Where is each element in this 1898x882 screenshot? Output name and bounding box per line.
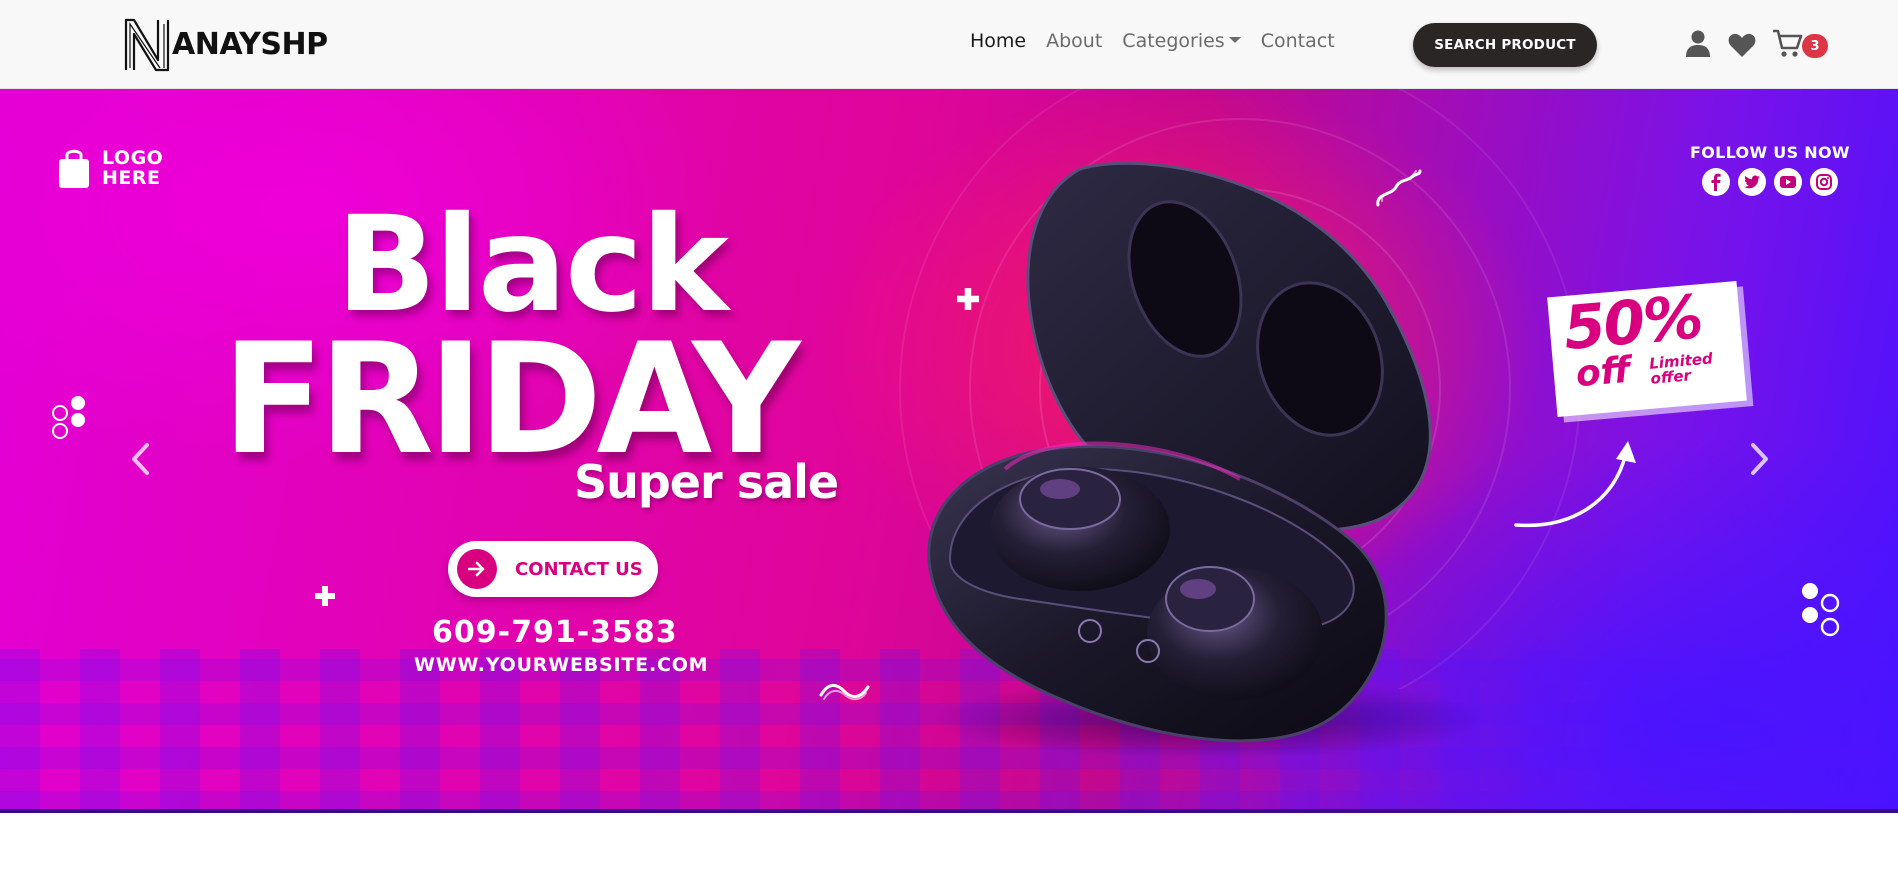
social-icons: [1690, 168, 1850, 196]
discount-badge: 50% off Limited offer: [1547, 280, 1747, 418]
dots-decoration-left: [52, 396, 85, 439]
headline-super-sale: Super sale: [574, 455, 839, 509]
brand-n-mark-icon: [124, 18, 170, 72]
nav-home[interactable]: Home: [970, 30, 1026, 52]
navbar: ANAYSHP Home About Categories Contact SE…: [0, 0, 1898, 89]
nav-contact[interactable]: Contact: [1261, 30, 1335, 52]
headline-friday: FRIDAY: [222, 311, 801, 489]
heart-icon[interactable]: [1728, 32, 1756, 58]
instagram-icon[interactable]: [1809, 168, 1838, 196]
nav-categories-label: Categories: [1122, 30, 1225, 52]
banner-logo: LOGO HERE: [58, 147, 163, 189]
caret-down-icon: [1228, 36, 1241, 43]
twitter-icon[interactable]: [1737, 168, 1766, 196]
carousel-prev-arrow-icon[interactable]: [126, 439, 156, 479]
discount-off: off: [1574, 349, 1633, 396]
website-url: WWW.YOURWEBSITE.COM: [414, 654, 709, 676]
phone-number: 609-791-3583: [432, 615, 678, 650]
contact-us-label: CONTACT US: [515, 558, 643, 580]
discount-limited-offer: Limited offer: [1648, 349, 1714, 388]
earbuds-product-image: [927, 161, 1490, 759]
search-product-button[interactable]: SEARCH PRODUCT: [1413, 23, 1597, 67]
brand-logo[interactable]: ANAYSHP: [122, 16, 328, 72]
nav-categories[interactable]: Categories: [1122, 30, 1241, 52]
youtube-icon[interactable]: [1773, 168, 1802, 196]
cart-icon: [1773, 29, 1803, 57]
follow-us: FOLLOW US NOW: [1690, 143, 1850, 196]
shopping-bag-icon: [59, 149, 89, 188]
facebook-icon[interactable]: [1701, 168, 1730, 196]
main-nav: Home About Categories Contact: [970, 30, 1335, 52]
discount-percent: 50%: [1560, 282, 1705, 365]
user-icon[interactable]: [1686, 30, 1710, 58]
nav-about[interactable]: About: [1046, 30, 1102, 52]
contact-us-button[interactable]: CONTACT US: [448, 541, 658, 597]
curved-arrow-icon: [1514, 441, 1636, 528]
follow-us-title: FOLLOW US NOW: [1690, 143, 1850, 162]
brand-name: ANAYSHP: [172, 26, 328, 62]
logo-placeholder-text: LOGO HERE: [102, 147, 164, 189]
dots-decoration-right: [1802, 583, 1840, 637]
cart-button[interactable]: 3: [1772, 28, 1832, 60]
arrow-right-icon: [457, 549, 497, 589]
plus-decoration-icon: [315, 586, 335, 606]
carousel-next-arrow-icon[interactable]: [1744, 439, 1774, 479]
hero-banner: LOGO HERE FOLLOW US NOW Black FRIDAY Sup…: [0, 89, 1898, 813]
cart-count-badge: 3: [1802, 34, 1828, 58]
wave-decoration-icon: [819, 684, 870, 701]
